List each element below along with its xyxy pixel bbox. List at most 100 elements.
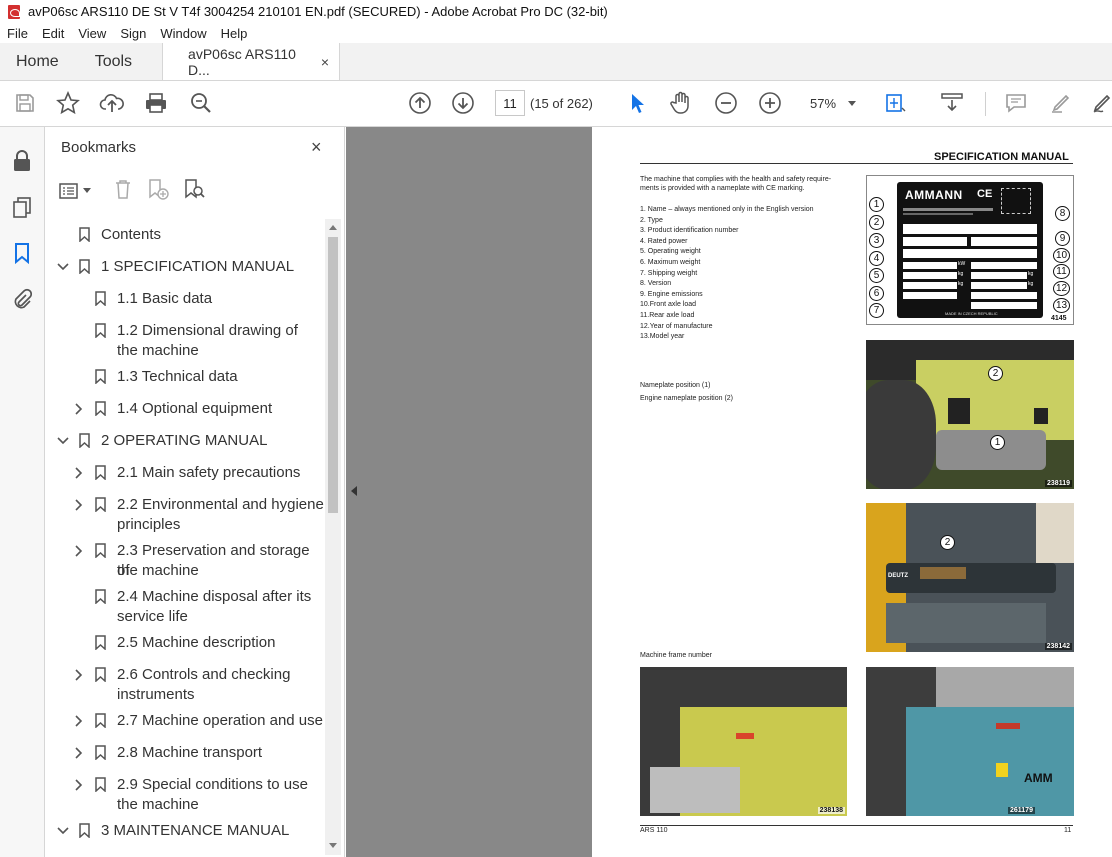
zoom-level[interactable]: 57% [810, 96, 836, 111]
bookmark-item-technical-data[interactable]: 1.3 Technical data [45, 367, 325, 387]
bookmarks-scrollbar[interactable] [325, 219, 341, 855]
bookmark-icon [95, 401, 106, 417]
scroll-down-arrow-icon[interactable] [329, 843, 337, 848]
photo-region [886, 603, 1046, 643]
nameplate-unit: kg [1028, 271, 1034, 277]
find-bookmark-icon[interactable] [183, 178, 205, 205]
bookmark-item-operation[interactable]: 2.7 Machine operation and use [45, 711, 325, 731]
highlight-pen-icon[interactable] [1046, 88, 1076, 118]
menu-file[interactable]: File [0, 26, 35, 41]
bookmark-options-icon[interactable] [59, 182, 91, 200]
tab-home[interactable]: Home [0, 43, 75, 80]
bookmark-item-controls[interactable]: 2.6 Controls and checking instruments [45, 665, 325, 705]
scrollbar-thumb[interactable] [328, 237, 338, 513]
chevron-right-icon[interactable] [73, 668, 85, 682]
menu-view[interactable]: View [71, 26, 113, 41]
callout-marker: 6 [869, 286, 884, 301]
bookmark-item-operating-manual[interactable]: 2 OPERATING MANUAL [45, 431, 325, 451]
frame-number-caption: Machine frame number [640, 652, 712, 659]
nameplate-field [971, 262, 1037, 269]
hand-tool-icon[interactable] [666, 88, 696, 118]
bookmark-label-line2: instruments [117, 686, 195, 703]
nameplate-made-in: MADE IN CZECH REPUBLIC [945, 311, 998, 316]
bookmark-item-main-safety[interactable]: 2.1 Main safety precautions [45, 463, 325, 483]
collapse-panel-arrow-icon[interactable] [351, 486, 357, 496]
page-count: (15 of 262) [530, 96, 593, 111]
zoom-search-icon[interactable] [186, 88, 216, 118]
bookmark-item-contents[interactable]: Contents [45, 225, 325, 245]
bookmark-icon [79, 433, 90, 449]
photo-region [936, 667, 1074, 707]
frame-number-photo-left: 238138 [640, 667, 847, 816]
callout-marker: 3 [869, 233, 884, 248]
bookmark-item-basic-data[interactable]: 1.1 Basic data [45, 289, 325, 309]
bookmark-item-preservation[interactable]: 2.3 Preservation and storage of the machi… [45, 541, 325, 581]
tab-close-icon[interactable]: × [321, 54, 329, 70]
zoom-out-icon[interactable] [711, 88, 741, 118]
chevron-right-icon[interactable] [73, 498, 85, 512]
bookmark-item-optional-equipment[interactable]: 1.4 Optional equipment [45, 399, 325, 419]
bookmark-item-machine-description[interactable]: 2.5 Machine description [45, 633, 325, 653]
menu-sign[interactable]: Sign [113, 26, 153, 41]
footer-rule [640, 825, 1073, 826]
scroll-mode-icon[interactable] [937, 88, 967, 118]
bookmark-item-environmental[interactable]: 2.2 Environmental and hygiene principles [45, 495, 325, 535]
chevron-right-icon[interactable] [73, 466, 85, 480]
chevron-down-icon[interactable] [57, 260, 69, 274]
fit-page-icon[interactable] [880, 88, 910, 118]
callout-marker: 13 [1053, 298, 1070, 313]
chevron-down-icon[interactable] [57, 434, 69, 448]
chevron-right-icon[interactable] [73, 746, 85, 760]
print-icon[interactable] [141, 88, 171, 118]
bookmark-label: 2.6 Controls and checking [117, 666, 291, 683]
legend-item: 8. Version [640, 280, 672, 288]
legend-item: 6. Maximum weight [640, 258, 701, 266]
lock-icon[interactable] [10, 149, 34, 173]
photo-region [948, 398, 970, 424]
bookmarks-panel-icon[interactable] [10, 241, 34, 265]
page-number-input[interactable]: 11 [495, 90, 525, 116]
draw-sign-icon[interactable] [1088, 88, 1112, 118]
select-cursor-icon[interactable] [622, 88, 652, 118]
zoom-in-icon[interactable] [755, 88, 785, 118]
scroll-up-arrow-icon[interactable] [329, 225, 337, 230]
next-page-icon[interactable] [448, 88, 478, 118]
machine-brand-partial: AMM [1024, 771, 1053, 785]
bookmark-item-special-conditions[interactable]: 2.9 Special conditions to use the machine [45, 775, 325, 815]
nameplate-address-line [903, 213, 973, 215]
attachments-paperclip-icon[interactable] [10, 287, 34, 311]
upload-cloud-icon[interactable] [97, 88, 127, 118]
photo-region [906, 707, 1074, 816]
menu-edit[interactable]: Edit [35, 26, 71, 41]
bookmark-icon [95, 635, 106, 651]
figure-number: 261179 [1008, 807, 1035, 814]
tab-tools[interactable]: Tools [75, 43, 152, 80]
bookmark-star-icon[interactable] [53, 88, 83, 118]
delete-bookmark-icon[interactable] [113, 178, 133, 205]
menu-window[interactable]: Window [153, 26, 213, 41]
bookmarks-toolbar [59, 178, 205, 205]
chevron-right-icon[interactable] [73, 778, 85, 792]
bookmark-item-dimensional-drawing[interactable]: 1.2 Dimensional drawing of the machine [45, 321, 325, 361]
chevron-right-icon[interactable] [73, 714, 85, 728]
save-icon[interactable] [10, 88, 40, 118]
bookmark-item-transport[interactable]: 2.8 Machine transport [45, 743, 325, 763]
bookmark-item-disposal[interactable]: 2.4 Machine disposal after its service li… [45, 587, 325, 627]
nameplate-field [971, 302, 1037, 309]
bookmark-icon [95, 323, 106, 339]
chevron-right-icon[interactable] [73, 544, 85, 558]
tab-document[interactable]: avP06sc ARS110 D... × [162, 43, 341, 80]
close-panel-icon[interactable]: × [311, 137, 322, 158]
comment-icon[interactable] [1001, 88, 1031, 118]
chevron-right-icon[interactable] [73, 402, 85, 416]
bookmark-item-maintenance-manual[interactable]: 3 MAINTENANCE MANUAL [45, 821, 325, 841]
bookmark-item-specification-manual[interactable]: 1 SPECIFICATION MANUAL [45, 257, 325, 277]
page-thumbnails-icon[interactable] [10, 195, 34, 219]
zoom-dropdown-caret-icon[interactable] [848, 101, 856, 106]
new-bookmark-icon[interactable] [147, 178, 169, 205]
chevron-down-icon[interactable] [57, 824, 69, 838]
legend-item: 10.Front axle load [640, 301, 697, 309]
menu-help[interactable]: Help [214, 26, 255, 41]
previous-page-icon[interactable] [405, 88, 435, 118]
bookmark-label: 1.1 Basic data [117, 290, 213, 307]
